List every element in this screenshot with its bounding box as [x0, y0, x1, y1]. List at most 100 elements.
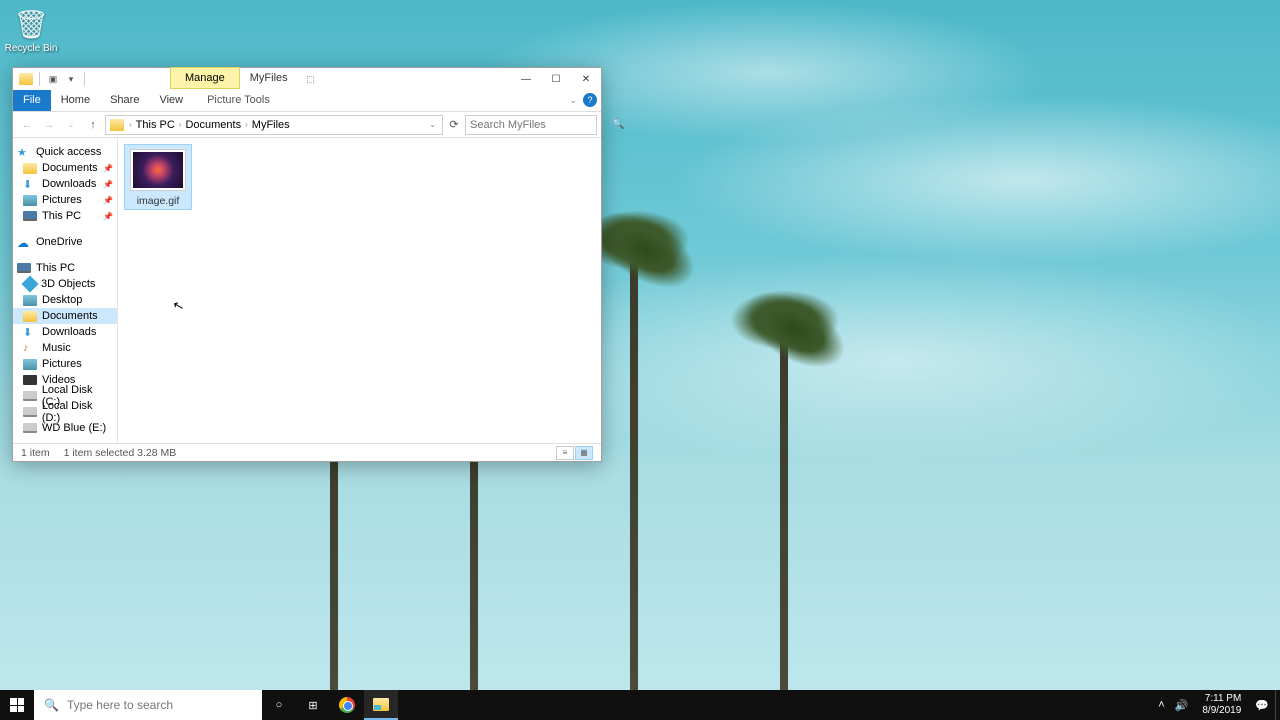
ribbon-share-tab[interactable]: Share: [100, 90, 149, 111]
wallpaper-palm: [630, 230, 638, 690]
view-icons-button[interactable]: ▦: [575, 446, 593, 460]
ribbon-context-tab[interactable]: Manage: [170, 67, 240, 89]
status-selection: 1 item selected 3.28 MB: [64, 447, 177, 459]
file-name-label: image.gif: [127, 195, 189, 207]
address-bar[interactable]: › This PC › Documents › MyFiles ⌄: [105, 115, 443, 135]
titlebar[interactable]: ▣ ▾ Manage MyFiles ⬚ — ☐ ✕: [13, 68, 601, 90]
ribbon-home-tab[interactable]: Home: [51, 90, 100, 111]
pin-icon: 📌: [103, 196, 113, 205]
recycle-bin-label: Recycle Bin: [4, 43, 58, 54]
nav-recent-dropdown[interactable]: ⌄: [61, 115, 81, 135]
help-icon[interactable]: ?: [583, 93, 597, 107]
star-icon: ★: [17, 146, 31, 158]
windows-logo-icon: [10, 698, 24, 712]
disk-icon: [23, 407, 37, 417]
taskbar-file-explorer[interactable]: [364, 690, 398, 720]
pin-icon: 📌: [103, 212, 113, 221]
maximize-button[interactable]: ☐: [541, 68, 571, 90]
folder-icon: [110, 119, 124, 131]
address-dropdown-icon[interactable]: ⌄: [425, 120, 440, 129]
ribbon-tabs: File Home Share View Picture Tools ⌄ ?: [13, 90, 601, 112]
pc-icon: [17, 263, 31, 273]
search-placeholder: Type here to search: [67, 698, 173, 712]
disk-icon: [23, 391, 37, 401]
search-box[interactable]: 🔍: [465, 115, 597, 135]
view-details-button[interactable]: ≡: [556, 446, 574, 460]
task-view-button[interactable]: ⊞: [296, 690, 330, 720]
video-icon: [23, 375, 37, 385]
breadcrumb-this-pc[interactable]: This PC: [133, 119, 178, 131]
ribbon-expand-icon[interactable]: ⌄: [567, 93, 579, 108]
cortana-button[interactable]: ○: [262, 690, 296, 720]
desktop[interactable]: 🗑 Recycle Bin ▣ ▾ Manage MyFiles ⬚ — ☐ ✕…: [0, 0, 1280, 720]
disk-icon: [23, 423, 37, 433]
desktop-icon: [23, 295, 37, 306]
start-button[interactable]: [0, 690, 34, 720]
qa-newfolder-icon[interactable]: ▾: [64, 72, 78, 86]
nav-this-pc[interactable]: This PC: [13, 260, 117, 276]
action-center-icon[interactable]: 💬: [1255, 699, 1269, 712]
folder-icon: [23, 163, 37, 174]
nav-pictures-pc[interactable]: Pictures: [13, 356, 117, 372]
minimize-button[interactable]: —: [511, 68, 541, 90]
nav-up-button[interactable]: ↑: [83, 115, 103, 135]
breadcrumb-documents[interactable]: Documents: [182, 119, 244, 131]
refresh-button[interactable]: ⟳: [445, 118, 463, 131]
file-explorer-icon: [373, 698, 389, 711]
nav-back-button[interactable]: ←: [17, 115, 37, 135]
download-icon: ⬇: [23, 326, 37, 338]
address-bar-row: ← → ⌄ ↑ › This PC › Documents › MyFiles …: [13, 112, 601, 138]
cube-icon: [22, 276, 39, 293]
file-thumbnail: [130, 149, 186, 191]
taskbar-clock[interactable]: 7:11 PM 8/9/2019: [1198, 693, 1245, 717]
window-controls: — ☐ ✕: [511, 68, 601, 90]
close-button[interactable]: ✕: [571, 68, 601, 90]
separator: [84, 72, 85, 86]
nav-downloads-pc[interactable]: ⬇Downloads: [13, 324, 117, 340]
download-icon: ⬇: [23, 178, 37, 190]
clock-time: 7:11 PM: [1202, 693, 1241, 705]
nav-documents-pc[interactable]: Documents: [13, 308, 117, 324]
recycle-bin-icon[interactable]: 🗑 Recycle Bin: [4, 8, 58, 54]
separator: [39, 72, 40, 86]
nav-music[interactable]: ♪Music: [13, 340, 117, 356]
navigation-pane[interactable]: ★Quick access Documents📌 ⬇Downloads📌 Pic…: [13, 138, 118, 443]
nav-documents[interactable]: Documents📌: [13, 160, 117, 176]
nav-3d-objects[interactable]: 3D Objects: [13, 276, 117, 292]
file-item-image-gif[interactable]: image.gif: [124, 144, 192, 210]
nav-quick-access[interactable]: ★Quick access: [13, 144, 117, 160]
search-input[interactable]: [470, 119, 612, 131]
tray-overflow-icon[interactable]: ˄: [1158, 699, 1164, 711]
preview-pane-icon[interactable]: ⬚: [298, 68, 324, 90]
breadcrumb-myfiles[interactable]: MyFiles: [249, 119, 293, 131]
cloud-icon: ☁: [17, 236, 31, 248]
search-icon[interactable]: 🔍: [612, 119, 624, 130]
nav-this-pc-quick[interactable]: This PC📌: [13, 208, 117, 224]
nav-disk-d[interactable]: Local Disk (D:): [13, 404, 117, 420]
ribbon-view-tab[interactable]: View: [149, 90, 193, 111]
view-mode-toggle: ≡ ▦: [556, 446, 593, 460]
file-list-area[interactable]: image.gif ↖: [118, 138, 601, 443]
ribbon-file-tab[interactable]: File: [13, 90, 51, 111]
nav-downloads[interactable]: ⬇Downloads📌: [13, 176, 117, 192]
nav-disk-e[interactable]: WD Blue (E:): [13, 420, 117, 436]
pin-icon: 📌: [103, 164, 113, 173]
taskbar-search[interactable]: 🔍 Type here to search: [34, 690, 262, 720]
folder-icon: [23, 311, 37, 322]
taskbar-chrome[interactable]: [330, 690, 364, 720]
ribbon-picture-tools-tab[interactable]: Picture Tools: [197, 90, 280, 111]
system-tray: ˄ 🔊 7:11 PM 8/9/2019 💬: [1152, 690, 1275, 720]
folder-icon[interactable]: [19, 73, 33, 85]
nav-desktop[interactable]: Desktop: [13, 292, 117, 308]
clock-date: 8/9/2019: [1202, 705, 1241, 717]
status-item-count: 1 item: [21, 447, 50, 459]
nav-forward-button[interactable]: →: [39, 115, 59, 135]
nav-pictures[interactable]: Pictures📌: [13, 192, 117, 208]
pictures-icon: [23, 195, 37, 206]
nav-onedrive[interactable]: ☁OneDrive: [13, 234, 117, 250]
qa-properties-icon[interactable]: ▣: [46, 72, 60, 86]
volume-icon[interactable]: 🔊: [1175, 699, 1189, 712]
show-desktop-button[interactable]: [1275, 690, 1280, 720]
status-bar: 1 item 1 item selected 3.28 MB ≡ ▦: [13, 443, 601, 461]
trash-icon: 🗑: [4, 8, 58, 41]
